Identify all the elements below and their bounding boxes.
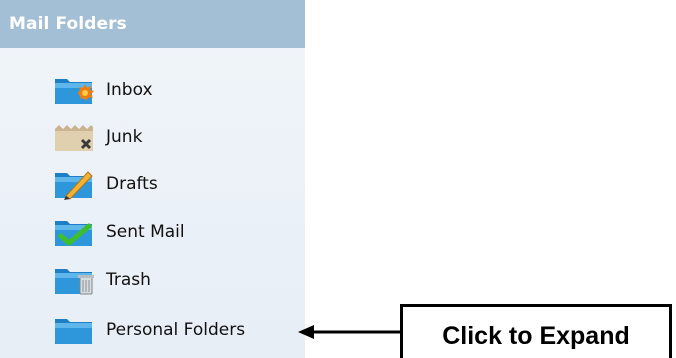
personal-folder-icon [52, 314, 98, 346]
callout-text: Click to Expand [442, 322, 630, 350]
drafts-folder-icon [52, 168, 98, 200]
junk-folder-icon [52, 121, 98, 153]
folder-label-drafts: Drafts [106, 174, 158, 194]
sent-mail-folder-icon [52, 216, 98, 248]
panel-title: Mail Folders [9, 14, 127, 34]
click-to-expand-callout: Click to Expand [400, 304, 672, 358]
folder-label-sent-mail: Sent Mail [106, 222, 185, 242]
folder-item-personal-folders[interactable]: Personal Folders [52, 312, 245, 348]
folder-label-inbox: Inbox [106, 80, 153, 100]
left-arrow-icon [298, 322, 403, 342]
trash-folder-icon [52, 264, 98, 296]
folder-label-trash: Trash [106, 270, 151, 290]
folder-item-inbox[interactable]: Inbox [52, 72, 153, 108]
inbox-folder-icon [52, 74, 98, 106]
panel-header: Mail Folders [0, 0, 305, 48]
folder-item-sent-mail[interactable]: Sent Mail [52, 214, 185, 250]
folder-item-junk[interactable]: Junk [52, 119, 142, 155]
folder-item-trash[interactable]: Trash [52, 262, 151, 298]
mail-folders-panel: Mail Folders Inbox Junk Drafts Sent Mail… [0, 0, 305, 358]
folder-item-drafts[interactable]: Drafts [52, 166, 158, 202]
folder-label-junk: Junk [106, 127, 143, 147]
folder-label-personal-folders: Personal Folders [106, 320, 246, 340]
